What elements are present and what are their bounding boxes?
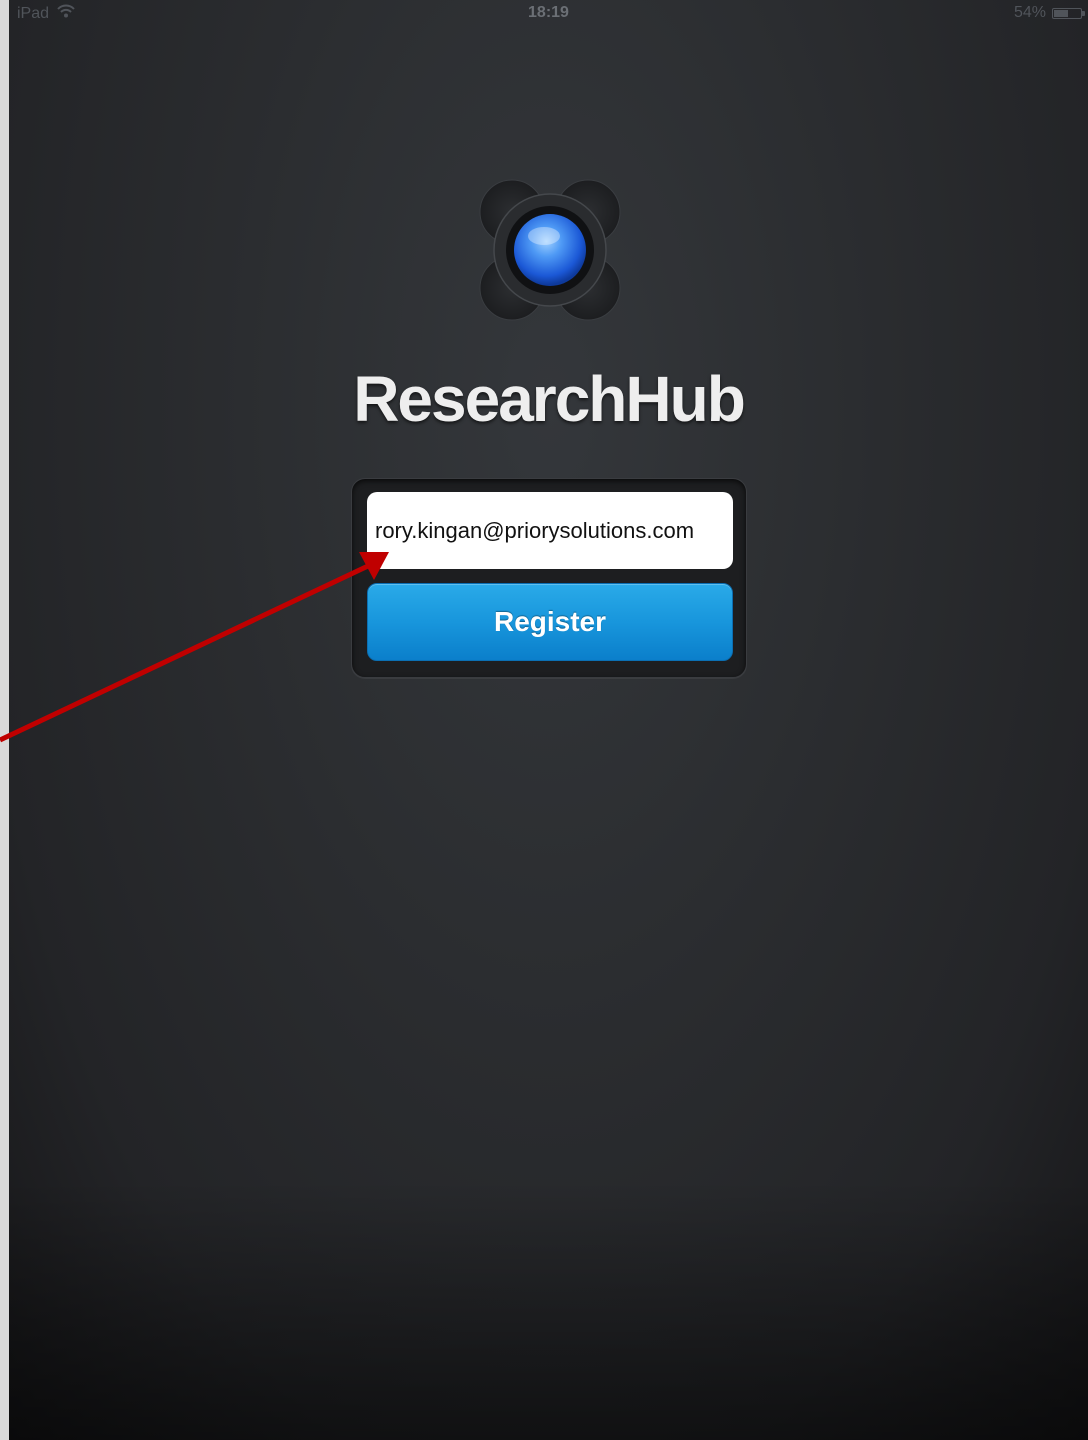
battery-tip — [1082, 10, 1085, 16]
bottom-shade — [9, 1180, 1088, 1440]
status-time: 18:19 — [528, 4, 569, 21]
app-screen: iPad 18:19 54% ResearchHub rory.kingan@p… — [9, 0, 1088, 1440]
status-bar: iPad 18:19 54% — [9, 0, 1088, 28]
battery-icon — [1052, 7, 1085, 19]
registration-form: Register — [351, 478, 747, 678]
email-field[interactable] — [367, 492, 733, 569]
register-button[interactable]: Register — [367, 583, 733, 661]
battery-fill — [1054, 9, 1069, 17]
researchhub-logo-icon — [472, 172, 628, 328]
app-title: ResearchHub — [353, 363, 746, 435]
battery-percent: 54% — [1013, 4, 1046, 21]
status-right: 54% — [1013, 4, 1085, 22]
